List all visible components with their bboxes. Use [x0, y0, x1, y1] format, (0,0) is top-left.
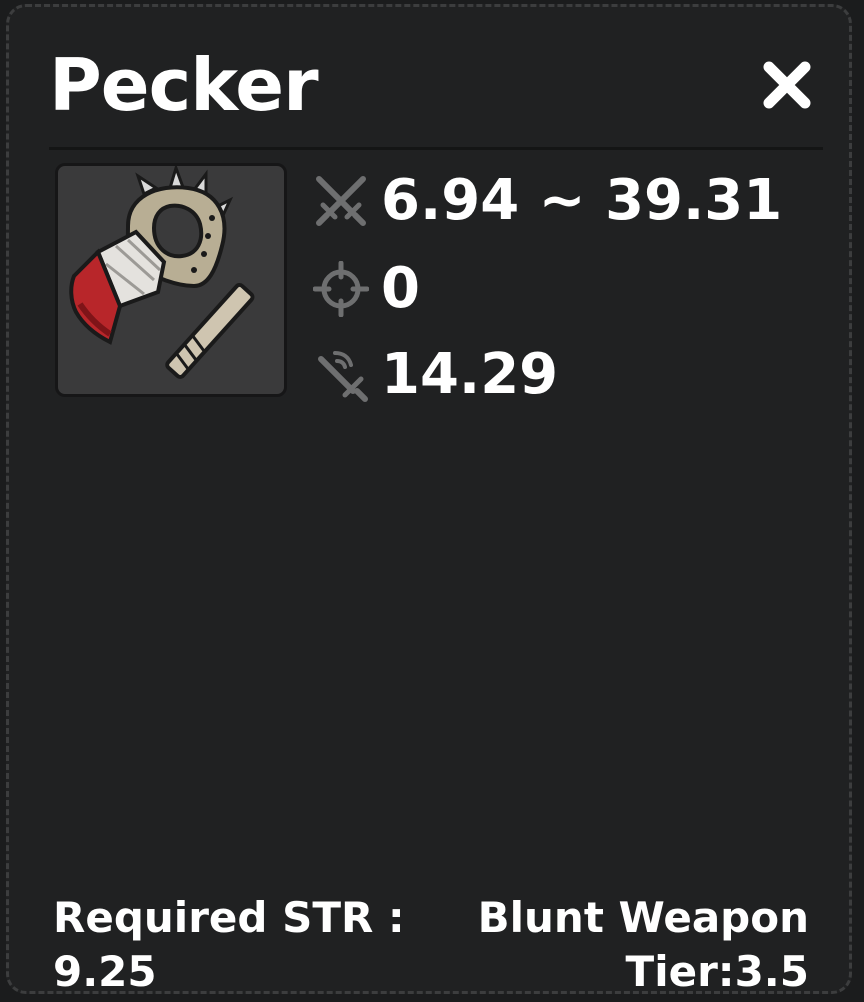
weapon-info-block: Blunt Weapon Tier:3.5 — [478, 891, 809, 999]
crossed-swords-icon — [313, 173, 369, 229]
stat-accuracy-value: 0 — [381, 256, 420, 321]
requirement-label: Required STR : — [53, 893, 405, 942]
stat-accuracy: 0 — [312, 256, 420, 321]
item-image-frame — [55, 163, 287, 397]
close-button[interactable] — [757, 55, 817, 115]
stat-attack: 6.94 ~ 39.31 — [313, 169, 782, 233]
crosshair-icon — [312, 260, 370, 318]
item-title: Pecker — [49, 43, 319, 127]
bandaged-blunt-weapon-icon — [69, 166, 255, 379]
close-icon — [763, 61, 811, 109]
weapon-tier: Tier:3.5 — [625, 947, 809, 996]
stat-speed: 14.29 — [313, 343, 558, 407]
requirement-block: Required STR : 9.25 — [53, 891, 405, 999]
item-tooltip-panel: Pecker 6.94 ~ 39.31 0 14.29 Required STR… — [6, 4, 852, 996]
sword-speed-icon — [313, 347, 369, 403]
stat-attack-value: 6.94 ~ 39.31 — [381, 168, 783, 233]
weapon-type: Blunt Weapon — [477, 893, 809, 942]
requirement-value: 9.25 — [53, 947, 157, 996]
stat-speed-value: 14.29 — [381, 342, 559, 407]
title-divider — [49, 147, 823, 150]
